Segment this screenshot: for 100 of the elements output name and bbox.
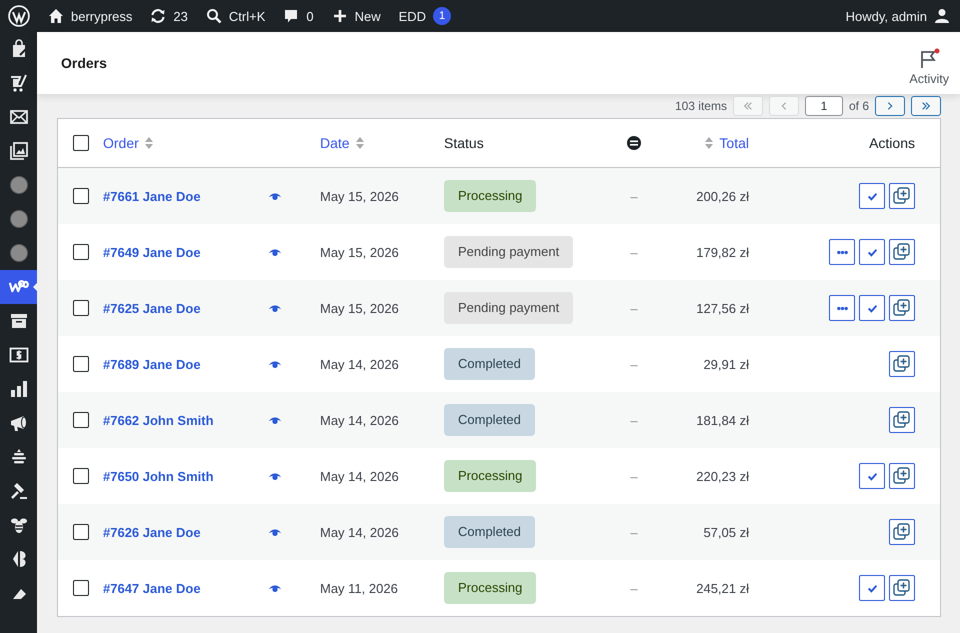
- complete-button[interactable]: [859, 183, 885, 209]
- duplicate-icon: [893, 523, 911, 541]
- order-total: 57,05 zł: [703, 524, 749, 540]
- eye-icon[interactable]: [268, 248, 282, 256]
- status-badge: Completed: [444, 348, 535, 380]
- account-link[interactable]: Howdy, admin: [846, 8, 950, 24]
- order-total: 127,56 zł: [696, 300, 749, 316]
- order-date: May 14, 2026: [320, 524, 399, 540]
- speech-bubble-icon: [283, 8, 300, 24]
- duplicate-button[interactable]: [889, 463, 915, 489]
- duplicate-icon: [893, 243, 911, 261]
- complete-button[interactable]: [859, 575, 885, 601]
- order-total: 179,82 zł: [696, 244, 749, 260]
- megaphone-icon: [8, 413, 28, 433]
- order-link[interactable]: #7647 Jane Doe: [103, 580, 201, 596]
- order-link[interactable]: #7661 Jane Doe: [103, 188, 201, 204]
- activity-button[interactable]: Activity: [909, 40, 949, 86]
- eye-icon[interactable]: [268, 416, 282, 424]
- order-link[interactable]: #7626 Jane Doe: [103, 524, 201, 540]
- duplicate-icon: [893, 187, 911, 205]
- status-badge: Completed: [444, 516, 535, 548]
- duplicate-icon: [893, 467, 911, 485]
- double-chevron-right-icon: [921, 101, 931, 111]
- sync-status: –: [630, 244, 638, 260]
- total-column-header[interactable]: Total: [719, 135, 749, 151]
- site-link[interactable]: berrypress: [48, 8, 132, 24]
- order-link[interactable]: #7649 Jane Doe: [103, 244, 201, 260]
- search-icon: [206, 8, 222, 24]
- row-checkbox[interactable]: [72, 468, 88, 484]
- duplicate-icon: [893, 411, 911, 429]
- double-chevron-left-icon: [742, 101, 753, 111]
- row-checkbox[interactable]: [72, 356, 88, 372]
- duplicate-button[interactable]: [889, 295, 915, 321]
- order-total: 200,26 zł: [696, 188, 749, 204]
- order-link[interactable]: #7650 John Smith: [103, 468, 214, 484]
- cart-icon: [8, 73, 28, 93]
- checkmark-icon: [866, 304, 878, 312]
- eye-icon[interactable]: [268, 304, 282, 312]
- order-date: May 15, 2026: [320, 300, 399, 316]
- row-checkbox[interactable]: [72, 188, 88, 204]
- page-title: Orders: [61, 55, 107, 71]
- status-badge: Pending payment: [444, 236, 574, 268]
- eye-icon[interactable]: [268, 472, 282, 480]
- hammer-icon: [8, 481, 28, 501]
- duplicate-icon: [893, 299, 911, 317]
- status-badge: Processing: [444, 180, 536, 212]
- circle-icon: [8, 175, 28, 195]
- sync-status: –: [630, 412, 638, 428]
- complete-button[interactable]: [859, 239, 885, 265]
- row-checkbox[interactable]: [72, 580, 88, 596]
- duplicate-button[interactable]: [889, 239, 915, 265]
- checkmark-icon: [866, 472, 878, 480]
- status-badge: Completed: [444, 404, 535, 436]
- row-checkbox[interactable]: [72, 244, 88, 260]
- bar-chart-icon: [8, 379, 28, 399]
- complete-button[interactable]: [859, 463, 885, 489]
- sync-status: –: [630, 468, 638, 484]
- count-badge: 1: [433, 7, 452, 25]
- last-page-button[interactable]: [911, 96, 941, 116]
- select-all-checkbox[interactable]: [72, 135, 88, 151]
- eye-icon[interactable]: [268, 584, 282, 592]
- eye-icon[interactable]: [268, 528, 282, 536]
- duplicate-button[interactable]: [889, 351, 915, 377]
- page-number-field[interactable]: 1: [804, 96, 843, 116]
- duplicate-button[interactable]: [889, 575, 915, 601]
- order-total: 220,23 zł: [696, 468, 749, 484]
- circle-icon: [8, 243, 28, 263]
- new-link[interactable]: New: [332, 8, 381, 24]
- edd-link[interactable]: EDD 1: [398, 7, 452, 25]
- order-link[interactable]: #7689 Jane Doe: [103, 356, 201, 372]
- order-link[interactable]: #7662 John Smith: [103, 412, 214, 428]
- eye-icon[interactable]: [268, 360, 282, 368]
- complete-button[interactable]: [859, 295, 885, 321]
- more-button[interactable]: [829, 239, 855, 265]
- duplicate-button[interactable]: [889, 407, 915, 433]
- order-date: May 14, 2026: [320, 412, 399, 428]
- search-link[interactable]: Ctrl+K: [206, 8, 266, 24]
- sync-status: –: [630, 580, 638, 596]
- order-column-header[interactable]: Order: [103, 135, 139, 151]
- comments-link[interactable]: 0: [283, 8, 314, 24]
- order-date: May 15, 2026: [320, 244, 399, 260]
- more-button[interactable]: [829, 295, 855, 321]
- order-date: May 11, 2026: [320, 580, 398, 596]
- duplicate-button[interactable]: [889, 519, 915, 545]
- next-page-button[interactable]: [875, 96, 905, 116]
- order-link[interactable]: #7625 Jane Doe: [103, 300, 201, 316]
- status-column-header: Status: [444, 135, 484, 151]
- duplicate-button[interactable]: [889, 183, 915, 209]
- order-total: 29,91 zł: [703, 356, 749, 372]
- row-checkbox[interactable]: [72, 524, 88, 540]
- row-checkbox[interactable]: [72, 300, 88, 316]
- page-total: of 6: [848, 99, 869, 113]
- date-column-header[interactable]: Date: [320, 135, 350, 151]
- eye-icon[interactable]: [268, 192, 282, 200]
- order-date: May 15, 2026: [320, 188, 399, 204]
- updates-link[interactable]: 23: [150, 8, 188, 24]
- refresh-icon: [150, 8, 166, 24]
- checkmark-icon: [866, 584, 878, 592]
- status-badge: Processing: [444, 572, 536, 604]
- row-checkbox[interactable]: [72, 412, 88, 428]
